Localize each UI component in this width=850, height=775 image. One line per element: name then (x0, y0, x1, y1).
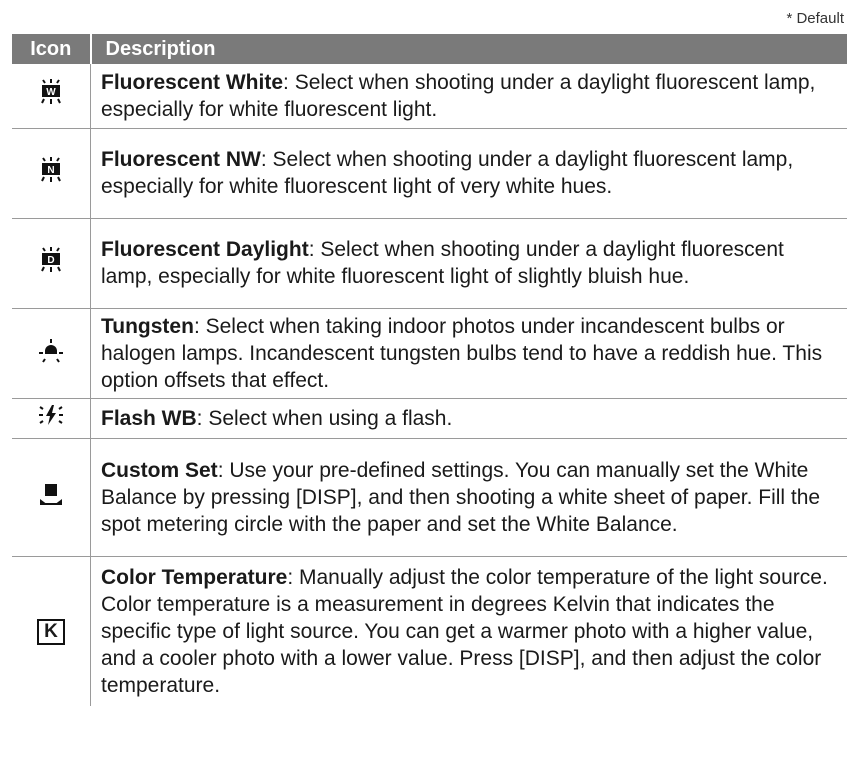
description-text: : Select when taking indoor photos under… (101, 314, 823, 392)
icon-cell: N (12, 128, 91, 219)
table-row: Tungsten: Select when taking indoor phot… (12, 308, 847, 399)
table-row: K Color Temperature: Manually adjust the… (12, 556, 847, 706)
icon-cell: K (12, 556, 91, 706)
icon-cell (12, 438, 91, 557)
white-balance-table: Icon Description W Fluorescent White: Se… (12, 34, 847, 706)
custom-set-icon (36, 479, 66, 509)
flash-wb-icon (36, 400, 66, 430)
icon-cell: W (12, 64, 91, 129)
fluorescent-nw-icon: N (36, 155, 66, 185)
icon-cell (12, 308, 91, 399)
icon-cell (12, 398, 91, 439)
table-row: N Fluorescent NW: Select when shooting u… (12, 128, 847, 219)
fluorescent-white-icon: W (36, 77, 66, 107)
icon-glyph: W (46, 87, 56, 98)
description-cell: Fluorescent Daylight: Select when shooti… (90, 218, 847, 309)
icon-glyph: D (47, 255, 54, 266)
table-row: Custom Set: Use your pre-defined setting… (12, 438, 847, 557)
description-cell: Tungsten: Select when taking indoor phot… (90, 308, 847, 399)
icon-glyph: N (47, 165, 54, 176)
term: Custom Set (101, 458, 218, 482)
term: Color Temperature (101, 565, 288, 589)
table-row: D Fluorescent Daylight: Select when shoo… (12, 218, 847, 309)
term: Fluorescent White (101, 70, 284, 94)
description-column-header: Description (90, 34, 847, 64)
table-row: W Fluorescent White: Select when shootin… (12, 64, 847, 129)
table-header-row: Icon Description (12, 34, 847, 64)
fluorescent-daylight-icon: D (36, 245, 66, 275)
term: Flash WB (101, 406, 197, 430)
description-cell: Color Temperature: Manually adjust the c… (91, 556, 848, 706)
term: Fluorescent NW (101, 148, 261, 171)
term: Tungsten (101, 314, 194, 338)
description-text: : Select when using a flash. (196, 406, 453, 430)
default-note: * Default (786, 10, 844, 27)
description-cell: Fluorescent NW: Select when shooting und… (90, 128, 847, 219)
description-cell: Custom Set: Use your pre-defined setting… (90, 438, 847, 557)
term: Fluorescent Daylight (101, 238, 309, 261)
table-row: Flash WB: Select when using a flash. (12, 398, 847, 439)
description-cell: Fluorescent White: Select when shooting … (90, 64, 847, 129)
icon-column-header: Icon (12, 34, 92, 64)
tungsten-icon (36, 335, 66, 365)
description-cell: Flash WB: Select when using a flash. (90, 398, 847, 439)
color-temperature-icon: K (37, 619, 65, 646)
icon-cell: D (12, 218, 91, 309)
